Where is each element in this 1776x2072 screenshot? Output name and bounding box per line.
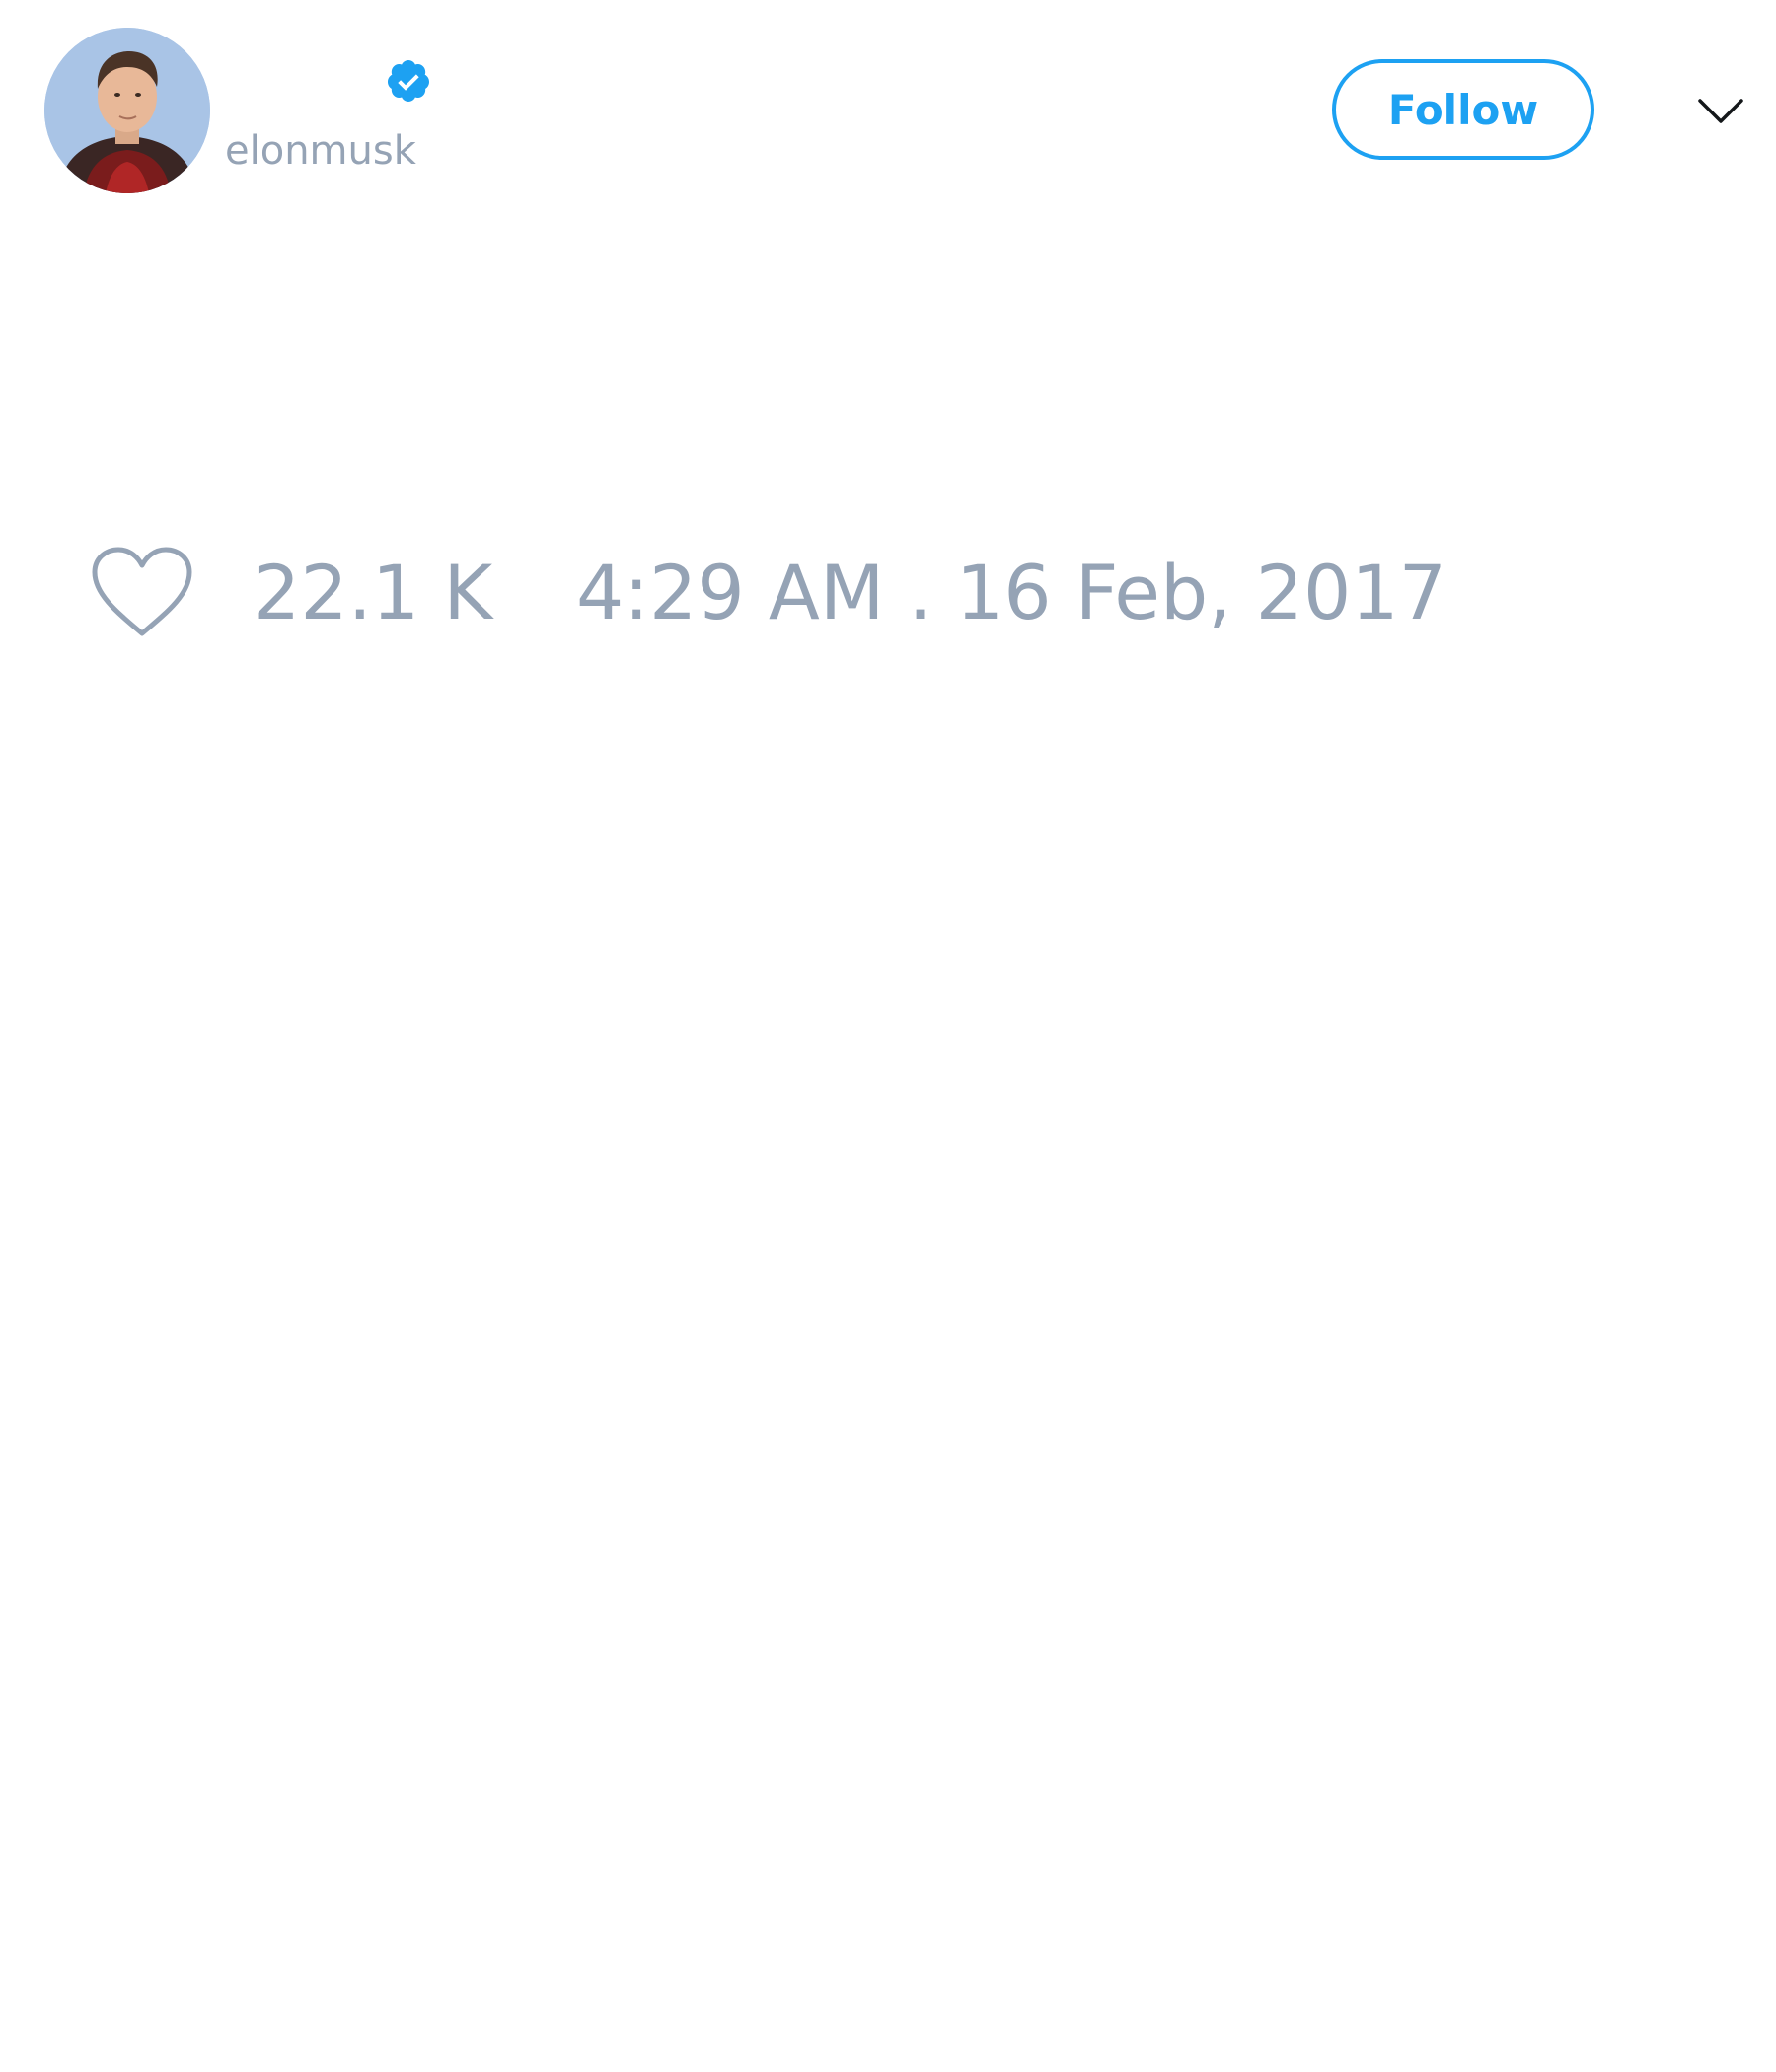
follow-button[interactable]: Follow: [1332, 59, 1594, 160]
avatar-image: [44, 28, 210, 193]
like-count: 22.1 K: [253, 549, 493, 636]
avatar[interactable]: [44, 28, 210, 193]
verified-badge-icon: [385, 57, 432, 105]
heart-outline-icon[interactable]: [87, 543, 197, 641]
tweet-timestamp[interactable]: 4:29 AM . 16 Feb, 2017: [576, 549, 1446, 637]
chevron-down-icon[interactable]: [1691, 87, 1750, 136]
tweet-card: elonmusk Follow 22.1 K 4:29 AM . 16 Feb,…: [0, 0, 1776, 2072]
author-handle[interactable]: elonmusk: [225, 126, 416, 176]
